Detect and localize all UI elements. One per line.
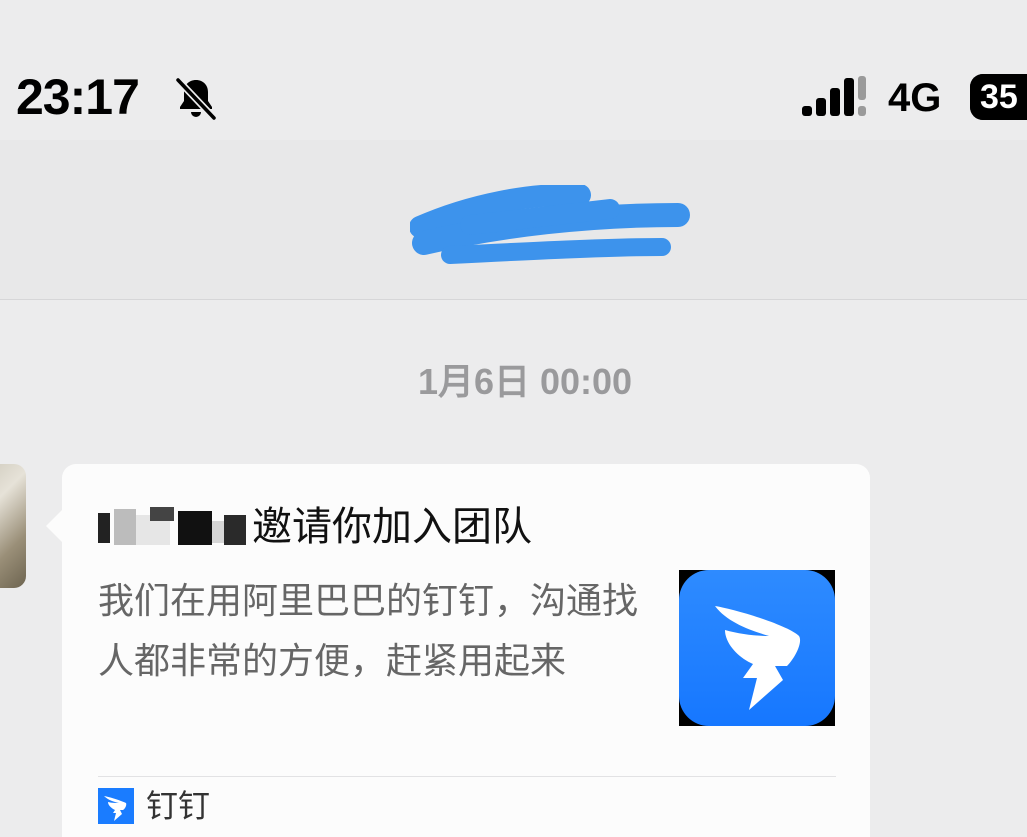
redacted-sender-name [98, 507, 246, 545]
source-label: 钉钉 [146, 787, 211, 825]
card-divider [98, 776, 836, 777]
battery-icon: 35 [970, 74, 1027, 120]
invite-card[interactable]: 邀请你加入团队 我们在用阿里巴巴的钉钉，沟通找人都非常的方便，赶紧用起来 钉钉 [62, 464, 870, 837]
card-title-row: 邀请你加入团队 [98, 502, 532, 552]
card-title: 邀请你加入团队 [252, 504, 532, 550]
message-timestamp: 1月6日 00:00 [417, 361, 633, 402]
dingtalk-small-icon [98, 788, 134, 824]
dingtalk-logo-icon [679, 570, 835, 726]
sender-avatar[interactable] [0, 464, 26, 588]
status-time: 23:17 [16, 69, 140, 125]
card-description: 我们在用阿里巴巴的钉钉，沟通找人都非常的方便，赶紧用起来 [98, 581, 639, 682]
redacted-chat-title[interactable] [410, 185, 690, 275]
bell-slash-icon [174, 76, 218, 122]
battery-level: 35 [980, 78, 1018, 116]
dingtalk-wing-glyph [715, 606, 801, 710]
network-type: 4G [888, 76, 942, 120]
card-source[interactable]: 钉钉 [98, 786, 210, 826]
cellular-signal-icon [802, 76, 866, 116]
